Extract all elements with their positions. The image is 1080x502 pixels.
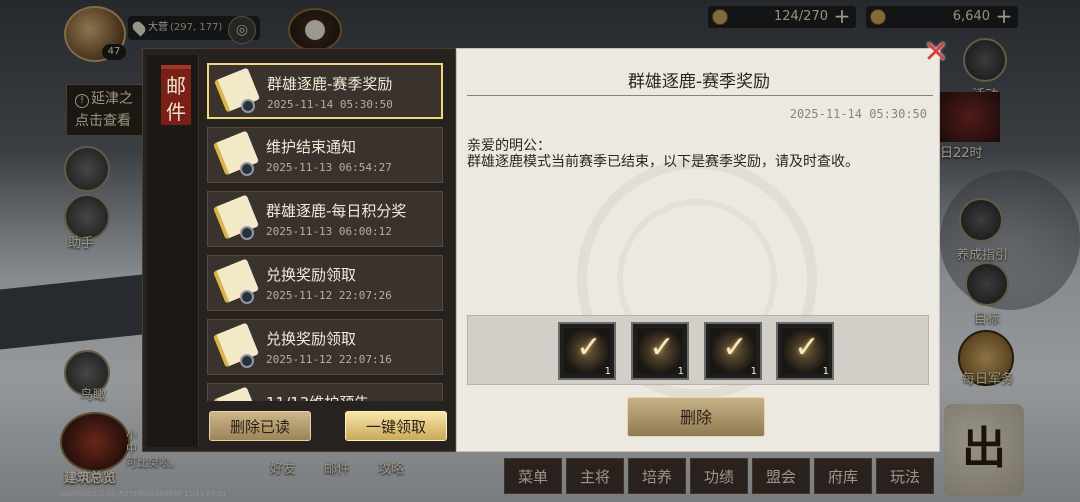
mail-greeting: 亲爱的明公： xyxy=(467,138,551,154)
rewards-box: ✓ 1 ✓ 1 ✓ 1 ✓ 1 xyxy=(467,315,929,385)
mail-title: 群雄逐鹿-赛季奖励 xyxy=(267,75,393,93)
mail-letter-icon xyxy=(213,67,261,115)
mail-title: 11/13维护预告 xyxy=(266,392,369,401)
reward-helmet-icon[interactable]: ✓ 1 xyxy=(631,322,689,380)
mail-detail-title: 群雄逐鹿-赛季奖励 xyxy=(627,72,771,92)
claimed-check-icon: ✓ xyxy=(794,330,820,365)
mail-dialog: 邮件 群雄逐鹿-赛季奖励 2025-11-14 05:30:50 维护结束通知 … xyxy=(142,48,940,452)
mail-tab-label[interactable]: 邮件 xyxy=(161,65,191,125)
mail-title: 兑换奖励领取 xyxy=(266,330,357,348)
reward-count: 1 xyxy=(822,366,829,377)
reward-frame-icon[interactable]: ✓ 1 xyxy=(704,322,762,380)
mail-item[interactable]: 群雄逐鹿-每日积分奖 2025-11-13 06:00:12 xyxy=(207,191,443,247)
mail-letter-icon xyxy=(212,258,260,306)
mail-item[interactable]: 兑换奖励领取 2025-11-12 22:07:16 xyxy=(207,319,443,375)
mail-item[interactable]: 兑换奖励领取 2025-11-12 22:07:26 xyxy=(207,255,443,311)
mail-date: 2025-11-13 06:54:27 xyxy=(266,161,392,174)
delete-read-button[interactable]: 删除已读 xyxy=(209,411,311,441)
mail-title: 兑换奖励领取 xyxy=(266,266,357,284)
reward-count: 1 xyxy=(677,366,684,377)
claimed-check-icon: ✓ xyxy=(649,330,675,365)
reward-count: 1 xyxy=(750,366,757,377)
mail-list[interactable]: 群雄逐鹿-赛季奖励 2025-11-14 05:30:50 维护结束通知 202… xyxy=(207,63,449,401)
mail-letter-icon xyxy=(212,322,260,370)
title-divider xyxy=(467,95,933,96)
mail-letter-icon xyxy=(212,194,260,242)
mail-title: 维护结束通知 xyxy=(266,138,357,156)
mail-sidebar: 邮件 xyxy=(147,55,199,447)
reward-card-icon[interactable]: ✓ 1 xyxy=(776,322,834,380)
mail-letter-icon xyxy=(212,386,260,401)
claim-all-button[interactable]: 一键领取 xyxy=(345,411,447,441)
mail-date: 2025-11-12 22:07:16 xyxy=(266,353,392,366)
close-icon[interactable]: ✕ xyxy=(920,38,952,70)
mail-title: 群雄逐鹿-每日积分奖 xyxy=(266,202,407,220)
mail-date: 2025-11-13 06:00:12 xyxy=(266,225,392,238)
reward-chest-icon[interactable]: ✓ 1 xyxy=(558,322,616,380)
mail-item[interactable]: 维护结束通知 2025-11-13 06:54:27 xyxy=(207,127,443,183)
delete-button[interactable]: 删除 xyxy=(627,397,765,437)
claimed-check-icon: ✓ xyxy=(722,330,748,365)
mail-list-panel: 邮件 群雄逐鹿-赛季奖励 2025-11-14 05:30:50 维护结束通知 … xyxy=(142,48,456,452)
mail-date: 2025-11-14 05:30:50 xyxy=(267,98,393,111)
claimed-check-icon: ✓ xyxy=(576,330,602,365)
mail-date: 2025-11-12 22:07:26 xyxy=(266,289,392,302)
mail-body: 群雄逐鹿模式当前赛季已结束，以下是赛季奖励，请及时查收。 xyxy=(467,154,859,170)
reward-count: 1 xyxy=(604,366,611,377)
mail-detail-panel: 群雄逐鹿-赛季奖励 2025-11-14 05:30:50 亲爱的明公： 群雄逐… xyxy=(456,48,940,452)
mail-letter-icon xyxy=(212,130,260,178)
mail-item[interactable]: 11/13维护预告 xyxy=(207,383,443,401)
mail-detail-date: 2025-11-14 05:30:50 xyxy=(789,107,927,121)
mail-item[interactable]: 群雄逐鹿-赛季奖励 2025-11-14 05:30:50 xyxy=(207,63,443,119)
